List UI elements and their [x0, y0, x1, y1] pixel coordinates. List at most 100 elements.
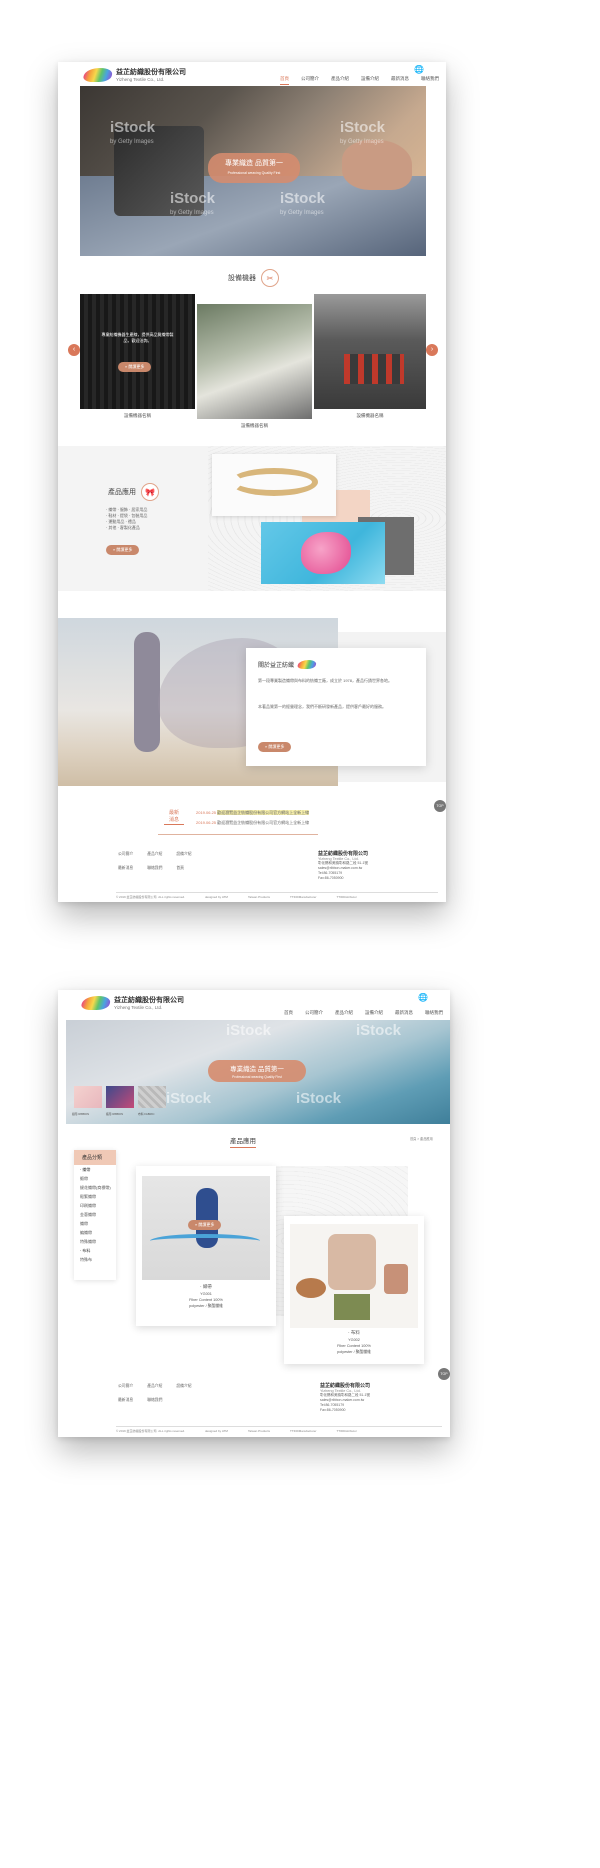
footer-links-row: 公司簡介 產品介紹 設備介紹: [118, 852, 192, 857]
hat-shape: [296, 1278, 326, 1298]
equipment-caption: 設備機器名稱: [241, 423, 268, 428]
watermark: iStock: [166, 1090, 212, 1107]
product-card[interactable]: » 閱讀更多 ‧ 織帶 YG001 Fiber Content 100% pol…: [136, 1166, 276, 1326]
thumb-fabric[interactable]: [138, 1086, 166, 1108]
news-text: 歡迎瀏覽益芷紡織股份有限公司官方網站上全新上線: [217, 820, 310, 825]
top-button[interactable]: TOP: [434, 800, 446, 812]
footer-bar-item: TTIDDistributor: [336, 1429, 357, 1433]
sidebar-item[interactable]: 特殊布: [74, 1255, 116, 1264]
footer-link[interactable]: 最新消息: [118, 866, 133, 871]
news-date: 2019.06.25: [196, 820, 217, 825]
nav-news[interactable]: 最新消息: [391, 76, 409, 85]
nav-news[interactable]: 最新消息: [395, 1010, 413, 1018]
copyright: © 2019 益芷紡織股份有限公司. ALL rights reserved.: [116, 1429, 185, 1433]
nav-products[interactable]: 產品介紹: [331, 76, 349, 85]
nav-equipment[interactable]: 設備介紹: [365, 1010, 383, 1018]
watermark: iStock: [226, 1022, 272, 1039]
equipment-more-button[interactable]: » 閱讀更多: [118, 362, 152, 372]
footer-link[interactable]: 首頁: [176, 866, 184, 871]
footer-links-row: 公司簡介 產品介紹 設備介紹: [118, 1384, 192, 1389]
logo-rainbow-icon: [79, 996, 113, 1010]
watermark: iStock by Getty Images: [110, 119, 156, 145]
company-name-en: Yizheng Textile Co., Ltd.: [116, 76, 165, 82]
equipment-card[interactable]: [314, 294, 426, 409]
top-button[interactable]: TOP: [438, 1368, 450, 1380]
sidebar-item[interactable]: 編織帶: [74, 1228, 116, 1237]
news-item[interactable]: 2019.06.25 歡迎瀏覽益芷紡織股份有限公司官方網站上全新上線: [196, 820, 396, 826]
sidebar-item[interactable]: 印刷織帶: [74, 1201, 116, 1210]
language-globe-icon[interactable]: 🌐: [414, 65, 424, 74]
sidebar-item[interactable]: ‧ 織帶: [74, 1165, 116, 1174]
watermark: iStock by Getty Images: [170, 190, 216, 216]
product-ribbon-image[interactable]: [212, 454, 336, 516]
nav-home[interactable]: 首頁: [280, 76, 289, 85]
company-name-cn: 益芷紡織股份有限公司: [116, 68, 186, 76]
footer-link[interactable]: 聯絡我們: [147, 866, 162, 871]
footer-link[interactable]: 產品介紹: [147, 1384, 162, 1389]
footer-bar-item: TTIDDistributor: [336, 895, 357, 899]
equipment-card[interactable]: 專業紡織機器生產線，提供高品質織帶製品，歡迎洽詢。 » 閱讀更多: [80, 294, 195, 409]
nav-about[interactable]: 公司簡介: [305, 1010, 323, 1018]
footer-company: 益芷紡織股份有限公司 Yizheng Textile Co., Ltd. 彰化縣…: [318, 850, 438, 881]
product-page-screenshot: 益芷紡織股份有限公司 Yizheng Textile Co., Ltd. 首頁 …: [58, 990, 450, 1437]
nav-contact[interactable]: 聯絡我們: [425, 1010, 443, 1018]
product-more-button[interactable]: » 閱讀更多: [188, 1220, 222, 1230]
news-item[interactable]: 2019.06.25 歡迎瀏覽益芷紡織股份有限公司官方網站上全新上線: [196, 810, 396, 816]
sidebar-item[interactable]: ‧ 布料: [74, 1246, 116, 1255]
about-more-button[interactable]: » 閱讀更多: [258, 742, 292, 752]
carousel-prev-button[interactable]: ‹: [68, 344, 80, 356]
sidebar-item[interactable]: 緹花織帶(商標帶): [74, 1183, 116, 1192]
equipment-caption: 設備機器名稱: [356, 413, 384, 418]
language-globe-icon[interactable]: 🌐: [418, 993, 428, 1002]
copyright: © 2019 益芷紡織股份有限公司. ALL rights reserved.: [116, 895, 185, 899]
news-text: 歡迎瀏覽益芷紡織股份有限公司官方網站上全新上線: [217, 810, 310, 815]
products-list: ‧ 織帶 ‧ 服飾 ‧ 居家用品 ‧ 鞋材 ‧ 提袋 ‧ 包裝用品 ‧ 運動用品…: [106, 507, 206, 531]
nav-about[interactable]: 公司簡介: [301, 76, 319, 85]
footer-company: 益芷紡織股份有限公司 Yizheng Textile Co., Ltd. 彰化縣…: [320, 1382, 444, 1413]
footer-link[interactable]: 公司簡介: [118, 852, 133, 857]
footer-bar-item: TTIDDManufacturer: [289, 895, 317, 899]
news-date: 2019.06.25: [196, 810, 217, 815]
equipment-card-overlay: [80, 294, 195, 409]
footer-bar: [116, 892, 438, 893]
sidebar-item[interactable]: 鬆緊織帶: [74, 1192, 116, 1201]
site-logo[interactable]: 益芷紡織股份有限公司 Yizheng Textile Co., Ltd.: [79, 996, 184, 1010]
equipment-title-text: 設備機器: [228, 275, 256, 282]
sidebar-item[interactable]: 織帶: [74, 1219, 116, 1228]
nav-home[interactable]: 首頁: [284, 1010, 293, 1018]
designed-by: designed by ATM: [204, 1429, 228, 1433]
product-code: YG002: [348, 1338, 360, 1342]
thumb-satin[interactable]: [106, 1086, 134, 1108]
products-more-button[interactable]: » 閱讀更多: [106, 545, 140, 555]
pink-fabric-shape: [301, 532, 351, 574]
footer-link[interactable]: 設備介紹: [176, 852, 191, 857]
footer-link[interactable]: 聯絡我們: [147, 1398, 162, 1403]
footer-company-cn: 益芷紡織股份有限公司: [318, 851, 369, 857]
nav-contact[interactable]: 聯絡我們: [421, 76, 439, 85]
sidebar-item[interactable]: 金蔥織帶: [74, 1210, 116, 1219]
site-logo[interactable]: 益芷紡織股份有限公司 Yizheng Textile Co., Ltd.: [81, 68, 186, 82]
product-name: ‧ 布料: [348, 1330, 360, 1335]
product-card[interactable]: ‧ 布料 YG002 Fiber Content 100% polyester …: [284, 1216, 424, 1364]
product-material: polyester / 聚酯纖維: [337, 1350, 371, 1354]
carousel-next-button[interactable]: ›: [426, 344, 438, 356]
footer-fax: Fax:86-7050900: [318, 876, 344, 880]
hero-banner: iStock by Getty Images iStock by Getty Ima…: [80, 86, 426, 256]
product-fabric-image[interactable]: [261, 522, 385, 584]
nav-products[interactable]: 產品介紹: [335, 1010, 353, 1018]
footer-link[interactable]: 產品介紹: [147, 852, 162, 857]
footer-link[interactable]: 最新消息: [118, 1398, 133, 1403]
about-card: 關於益芷紡織 第一段專業製造織帶與布料的紡織工廠，成立於 1978，產品行銷世界…: [246, 648, 426, 766]
ribbon-icon: 🎀: [141, 483, 159, 501]
sidebar-item[interactable]: 特殊織帶: [74, 1237, 116, 1246]
sidebar-item[interactable]: 緞帶: [74, 1174, 116, 1183]
dancer-shape: [134, 632, 160, 752]
nav-equipment[interactable]: 設備介紹: [361, 76, 379, 85]
breadcrumb[interactable]: 首頁 > 產品應用: [410, 1136, 433, 1141]
thumb-ribbon[interactable]: [74, 1086, 102, 1108]
equipment-card[interactable]: [197, 304, 312, 419]
footer-link[interactable]: 公司簡介: [118, 1384, 133, 1389]
footer-link[interactable]: 設備介紹: [176, 1384, 191, 1389]
about-paragraph-2: 本著品質第一的經營理念，我們不斷研發新產品，提供客戶最好的服務。: [258, 704, 386, 709]
footer-bar-item: Taiwan Products: [247, 895, 270, 899]
